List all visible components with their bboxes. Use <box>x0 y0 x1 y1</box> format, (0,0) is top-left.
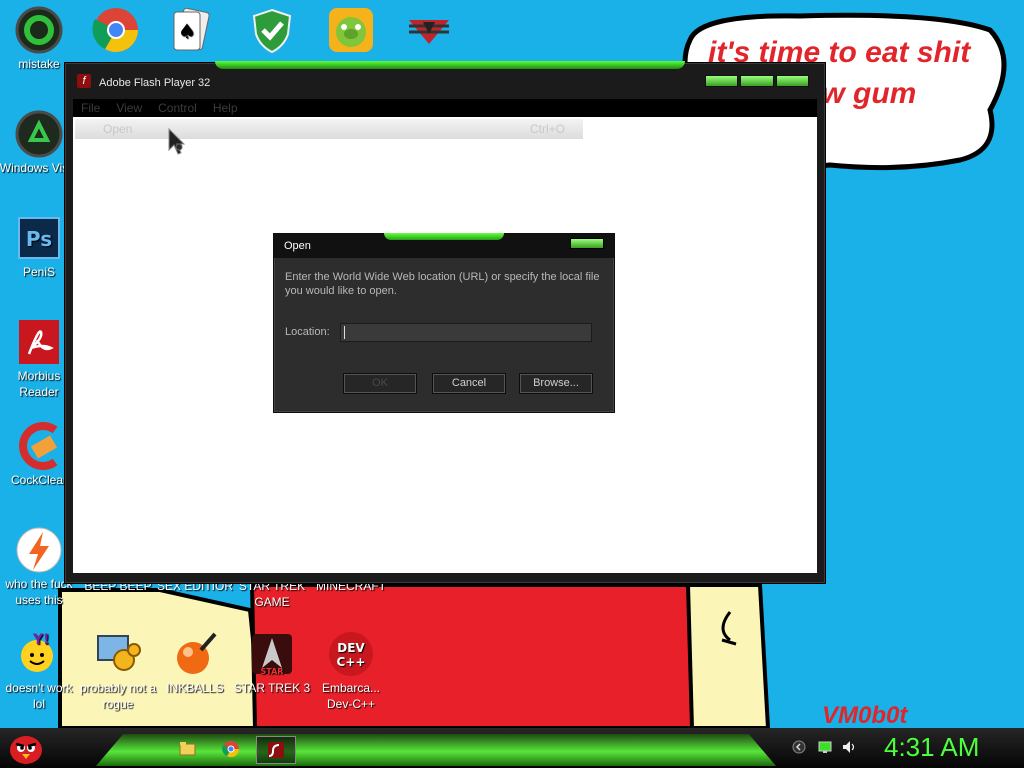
close-button[interactable] <box>775 75 809 87</box>
menu-help[interactable]: Help <box>205 99 246 117</box>
svg-text:Ps: Ps <box>26 227 52 251</box>
svg-text:DEV: DEV <box>337 641 365 655</box>
desktop-icon-chrome[interactable] <box>76 6 156 56</box>
svg-text:Y!: Y! <box>32 632 50 648</box>
svg-text:C++: C++ <box>337 655 366 669</box>
volume-icon[interactable] <box>842 740 856 754</box>
taskbar <box>0 728 1024 768</box>
desktop-icon-red-logo[interactable] <box>389 6 469 56</box>
bad-piggies-icon <box>327 6 375 54</box>
start-button[interactable] <box>6 730 46 766</box>
pdf-reader-icon <box>15 318 63 366</box>
svg-text:STAR: STAR <box>261 667 284 676</box>
dialog-title: Open <box>284 240 311 252</box>
chrome-icon <box>92 6 140 54</box>
window-top-glow <box>215 61 685 69</box>
desktop-icon-label: Embarca... Dev-C++ <box>321 681 381 711</box>
minimize-button[interactable] <box>705 75 739 87</box>
open-dialog[interactable]: Open Enter the World Wide Web location (… <box>273 233 615 413</box>
red-logo-icon <box>405 6 453 54</box>
svg-text:♠: ♠ <box>178 19 196 43</box>
green-swirl-icon <box>15 6 63 54</box>
flash-player-icon <box>268 742 284 758</box>
dialog-close-button[interactable] <box>570 238 604 249</box>
maximize-button[interactable] <box>740 75 774 87</box>
desktop-icon-label: probably not a rogue <box>79 681 157 711</box>
desktop-icon-label: STAR TREK 3 <box>233 681 311 695</box>
desktop-icon-star-trek-3[interactable]: STAR STAR TREK 3 <box>232 630 312 696</box>
desktop-icon-security[interactable] <box>232 6 312 56</box>
cleaner-icon <box>15 422 63 470</box>
desktop-icon-inkballs[interactable]: INKBALLS <box>155 630 235 696</box>
desktop-icon-bad-piggies[interactable] <box>311 6 391 56</box>
desktop-icon-rogue[interactable]: probably not a rogue <box>78 630 158 712</box>
devcpp-icon: DEV C++ <box>327 630 375 678</box>
text-caret <box>344 326 345 339</box>
desktop-icon-label: INKBALLS <box>166 681 224 695</box>
taskbar-folder[interactable] <box>172 736 202 762</box>
network-icon[interactable] <box>818 740 832 754</box>
window-controls <box>705 75 809 87</box>
photoshop-icon: Ps <box>15 214 63 262</box>
taskbar-flash-player[interactable] <box>256 736 296 764</box>
menu-item-shortcut: Ctrl+O <box>529 122 565 136</box>
flash-player-icon: f <box>77 74 91 88</box>
menu-item-open[interactable]: Open <box>103 119 132 139</box>
window-title: Adobe Flash Player 32 <box>99 77 211 89</box>
solitaire-icon: ♠ <box>166 6 214 54</box>
back-arrow-icon[interactable] <box>792 740 806 754</box>
dialog-title-bar: Open <box>274 233 614 258</box>
location-label: Location: <box>285 326 330 338</box>
menu-control[interactable]: Control <box>150 99 205 117</box>
dialog-top-glow <box>384 233 504 240</box>
taskbar-clock[interactable]: 4:31 AM <box>884 732 979 763</box>
desktop-icon-solitaire[interactable]: ♠ <box>150 6 230 56</box>
ok-button[interactable]: OK <box>343 373 417 394</box>
menu-view[interactable]: View <box>108 99 150 117</box>
desktop-icon-yahoo[interactable]: Y! doesn't work lol <box>0 630 79 712</box>
star-trek-icon: STAR <box>248 630 296 678</box>
browse-button[interactable]: Browse... <box>519 373 593 394</box>
folder-icon <box>179 742 196 756</box>
dialog-message: Enter the World Wide Web location (URL) … <box>285 271 600 297</box>
security-shield-icon <box>248 6 296 54</box>
mouse-cursor-icon <box>168 128 186 155</box>
inkball-icon <box>171 630 219 678</box>
menu-bar: File View Control Help <box>73 99 817 117</box>
file-menu-dropdown: Open Ctrl+O <box>75 119 583 139</box>
cancel-button[interactable]: Cancel <box>432 373 506 394</box>
location-input[interactable] <box>340 323 592 342</box>
chrome-icon <box>222 741 240 758</box>
taskbar-chrome[interactable] <box>216 736 246 762</box>
artist-signature: VM0b0t <box>822 702 908 729</box>
flash-bolt-icon <box>15 526 63 574</box>
gears-monitor-icon <box>94 630 142 678</box>
desktop-icon-devcpp[interactable]: DEV C++ Embarca... Dev-C++ <box>311 630 391 712</box>
yahoo-messenger-icon: Y! <box>15 630 63 678</box>
recycle-bin-icon <box>15 110 63 158</box>
menu-file[interactable]: File <box>73 99 108 117</box>
desktop-icon-label: doesn't work lol <box>5 681 73 711</box>
